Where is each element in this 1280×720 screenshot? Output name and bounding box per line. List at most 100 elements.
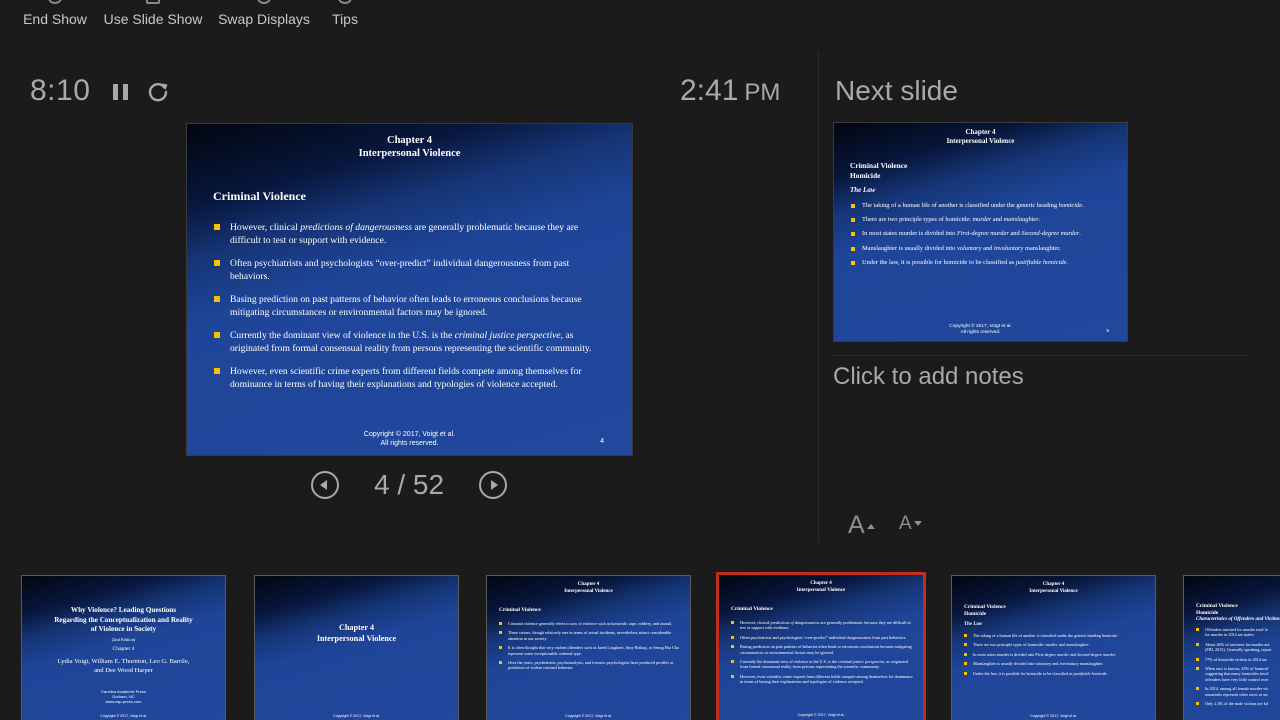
decrease-font-icon: A [899,513,912,534]
next-slide-bullet-list: The taking of a human life of another is… [850,202,1120,273]
thumb-publisher: Carolina Academic Press Durham, NC www.c… [101,689,146,705]
bullet-square-icon [851,218,855,223]
slide-show-icon [146,0,160,4]
thumb-bullet: Criminal violence generally refers to ac… [499,621,685,626]
thumb-bullet: However, even scientific crime experts f… [731,674,917,685]
tips-icon [338,0,352,4]
thumb-bullets: Criminal violence generally refers to ac… [499,621,685,675]
next-slide-preview[interactable]: Chapter 4 Interpersonal Violence Crimina… [833,122,1128,342]
slide-heading: Chapter 4 Interpersonal Violence [187,134,632,160]
slide-number: 4 [600,438,604,445]
current-slide-number: 4 [373,469,390,500]
next-slide-bullet: There are two principle types of homicid… [850,216,1120,224]
use-slide-show-button[interactable]: Use Slide Show [102,0,204,34]
speaker-notes-area[interactable]: Click to add notes [833,363,1248,391]
slide-bullet: Currently the dominant view of violence … [213,329,608,355]
end-show-label: End Show [23,11,87,27]
slide-chapter-title: Interpersonal Violence [358,148,461,159]
bullet-square-icon [214,332,220,338]
thumb-bullet: 77% of homicide victims in 2014 are [1196,657,1280,662]
thumb-copyright: Copyright © 2017, Voigt et al. [1030,714,1077,718]
slide-bullet-list: However, clinical predictions of dangero… [213,221,608,401]
next-slide-subtitle: The Law [850,186,876,194]
notes-divider [833,355,1248,356]
panel-divider [818,52,819,542]
next-slide-button[interactable] [479,471,507,499]
tips-button[interactable]: Tips [328,0,362,34]
slide-copyright: Copyright © 2017, Voigt et al. All right… [363,431,456,447]
bullet-square-icon [851,232,855,237]
bullet-square-icon [851,260,855,265]
end-show-icon [48,0,62,4]
slide-title: Criminal Violence [213,189,306,203]
thumb-bullets: The taking of a human life of another is… [964,633,1150,680]
thumb-title: Criminal Violence [731,606,773,612]
bullet-square-icon [851,246,855,251]
bullet-square-icon [851,204,855,208]
thumb-subtitle: Characteristics of Offenders and Victims [1196,617,1280,622]
next-slide-label: Next slide [835,75,958,106]
slide-bullet: Often psychiatrists and psychologists “o… [213,257,608,283]
thumb-bullet: Offenders arrested for murder total fo fo… [1196,627,1280,638]
clock-ampm: PM [744,79,781,106]
slide-bullet: However, even scientific crime experts f… [213,365,608,391]
next-slide-copyright: Copyright © 2017, Voigt et al. All right… [949,324,1012,335]
thumb-bullet: Often psychiatrists and psychologists “o… [731,635,917,640]
current-slide[interactable]: Chapter 4 Interpersonal Violence Crimina… [186,123,633,456]
thumb-chapter: Chapter 4 [112,646,135,652]
tips-label: Tips [332,11,358,27]
thumb-bullet: The taking of a human life of another is… [964,633,1150,638]
next-slide-heading: Chapter 4 Interpersonal Violence [946,128,1015,145]
clock-time: 2:41 [680,74,739,107]
slide-bullet: However, clinical predictions of dangero… [213,221,608,247]
thumb-bullets: Offenders arrested for murder total fo fo… [1196,627,1280,710]
increase-font-icon: A [848,511,865,539]
swap-displays-button[interactable]: Swap Displays [216,0,312,34]
previous-slide-button[interactable] [311,471,339,499]
decrease-font-button[interactable]: A [899,513,922,535]
swap-displays-icon [257,0,271,4]
thumb-edition: (2nd Edition) [111,637,136,642]
thumb-bullet: Basing prediction on past patterns of be… [731,644,917,655]
thumb-title: Criminal Violence Homicide [964,604,1006,617]
thumb-bullet: It is often thought that very violent of… [499,645,685,656]
thumb-title: Criminal Violence [499,607,541,613]
next-slide-title: Criminal Violence Homicide [850,161,908,180]
next-slide-bullet: Manslaughter is usually divided into vol… [850,245,1120,253]
slide-bullet: Basing prediction on past patterns of be… [213,293,608,319]
thumb-bullet: Under the law, it is possible for homici… [964,671,1150,676]
thumb-title: Why Violence? Leading Questions Regardin… [54,606,193,633]
thumb-bullet: About 46% of arrestees for murder are (FB… [1196,642,1280,653]
bullet-square-icon [214,368,220,374]
thumb-heading: Chapter 4 Interpersonal Violence [316,623,397,643]
thumb-heading: Chapter 4 Interpersonal Violence [564,582,613,594]
slide-counter: 4 / 52 [340,469,478,501]
pause-icon[interactable] [112,83,130,101]
thumb-copyright: Copyright © 2017, Voigt et al. [797,713,845,717]
thumb-bullet: When race is known, 43% of homicid sugges… [1196,666,1280,682]
elapsed-timer: 8:10 [30,74,91,107]
slide-thumbnail-2[interactable]: Chapter 4 Interpersonal Violence Copyrig… [254,575,459,720]
slide-thumbnail-5[interactable]: Chapter 4 Interpersonal Violence Crimina… [951,575,1156,720]
increase-font-button[interactable]: A [848,511,875,540]
bullet-square-icon [214,260,220,266]
next-slide-bullet: The taking of a human life of another is… [850,202,1120,210]
slide-thumbnail-6[interactable]: Criminal Violence Homicide Characteristi… [1183,575,1280,720]
presenter-toolbar: End Show Use Slide Show Swap Displays Ti… [0,0,400,40]
slide-chapter: Chapter 4 [386,135,432,146]
use-slide-show-label: Use Slide Show [103,11,203,27]
end-show-button[interactable]: End Show [20,0,90,34]
slide-thumbnail-4-selected[interactable]: Chapter 4 Interpersonal Violence Crimina… [716,572,926,720]
thumb-bullet: These crimes, though relatively rare in … [499,630,685,641]
next-slide-bullet: In most states murder is divided into Fi… [850,230,1120,238]
slide-thumbnail-1[interactable]: Why Violence? Leading Questions Regardin… [21,575,226,720]
thumb-authors: Lydia Voigt, William E. Thornton, Leo G.… [57,658,190,674]
thumb-heading: Chapter 4 Interpersonal Violence [1029,582,1078,594]
reset-timer-icon[interactable] [147,81,169,103]
thumb-copyright: Copyright © 2017, Voigt et al. [100,714,147,718]
next-slide-number: 5 [1106,329,1109,334]
slide-thumbnail-3[interactable]: Chapter 4 Interpersonal Violence Crimina… [486,575,691,720]
current-time: 2:41 PM [680,74,780,108]
swap-displays-label: Swap Displays [218,11,310,27]
thumb-bullet: However, clinical predictions of dangero… [731,620,917,631]
